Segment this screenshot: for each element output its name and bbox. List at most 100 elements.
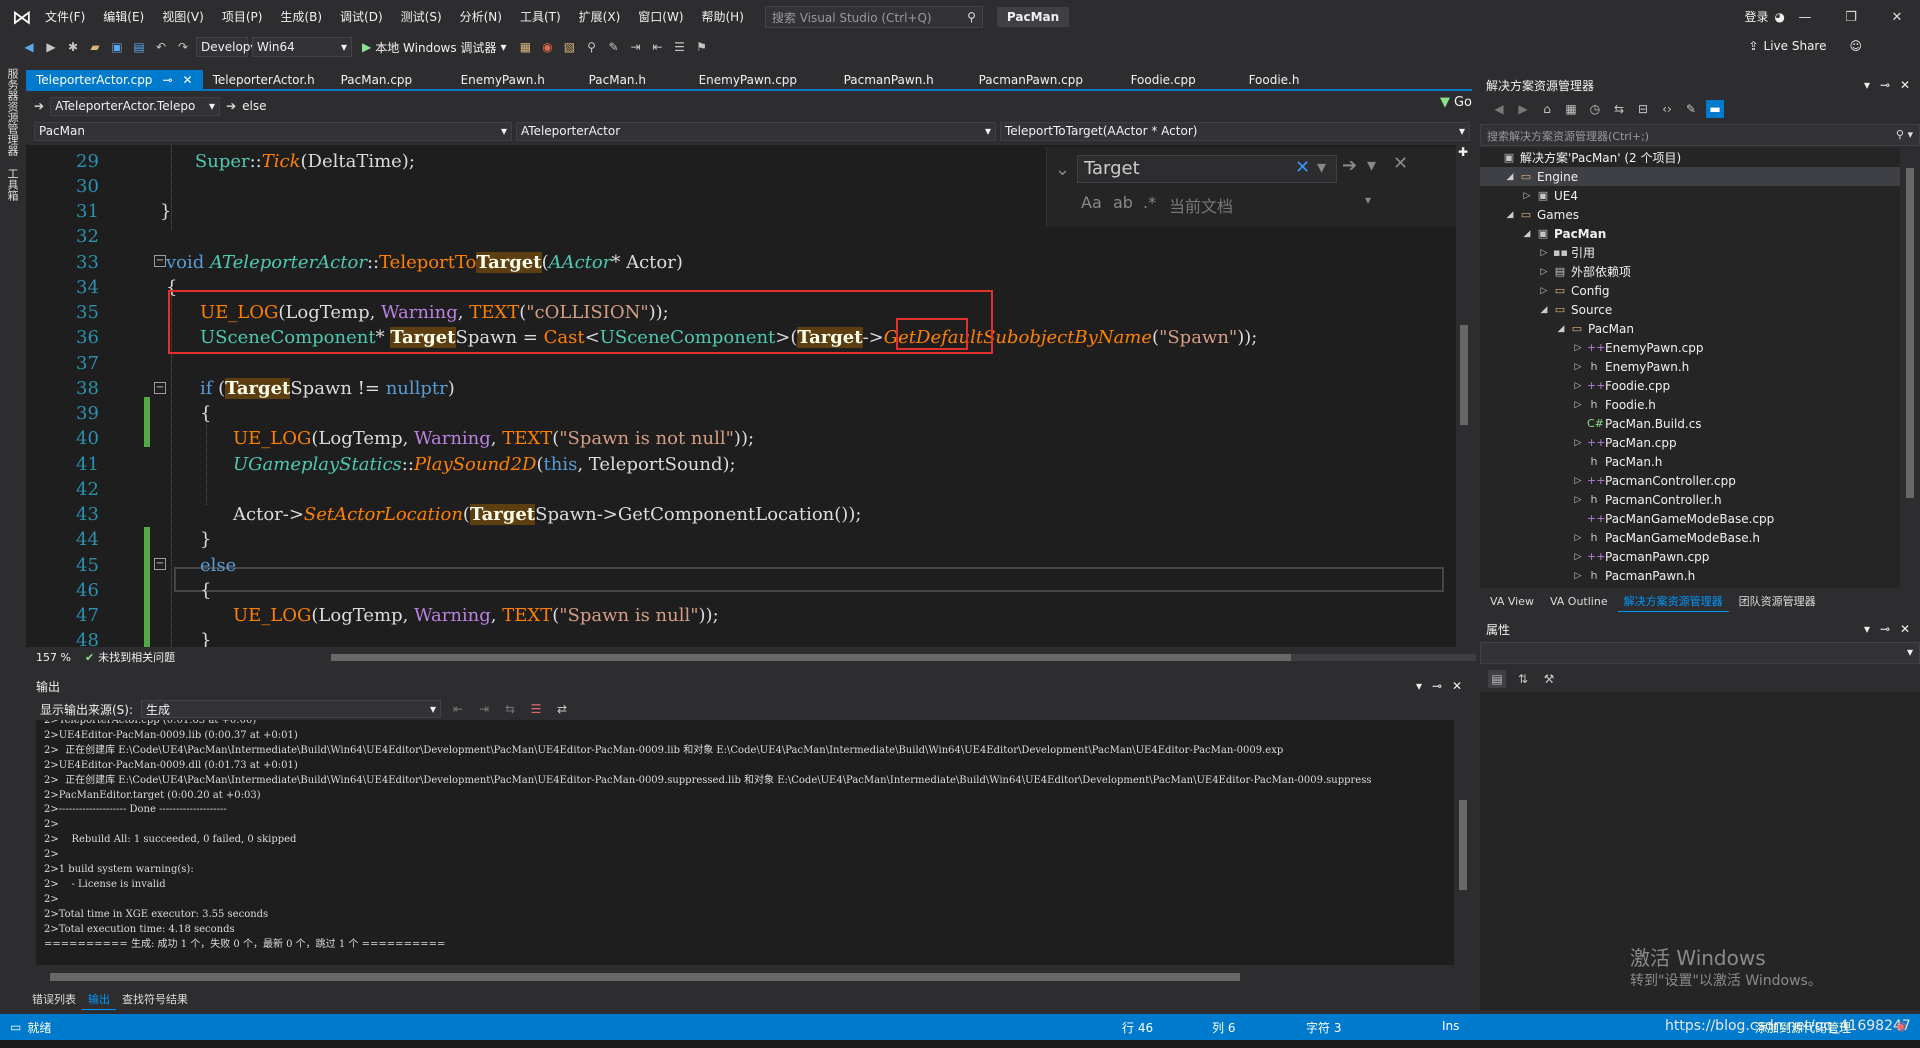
collapse-toggle[interactable]: − xyxy=(154,558,166,570)
categorized-icon[interactable]: ▤ xyxy=(1488,670,1506,688)
split-icon[interactable]: ✚ xyxy=(1458,145,1468,159)
forward-icon[interactable]: ▶ xyxy=(1514,100,1532,118)
tree-item[interactable]: ▣ 解决方案'PacMan' (2 个项目) xyxy=(1480,148,1681,167)
clear-all-icon[interactable]: ☰ xyxy=(527,700,545,718)
menu-window[interactable]: 窗口(W) xyxy=(629,0,692,34)
scope-select[interactable]: ATeleporterActor.Telepo ▾ xyxy=(50,96,221,116)
start-debugging-button[interactable]: ▶ 本地 Windows 调试器 ▾ xyxy=(356,39,512,56)
attach-icon[interactable]: ▦ xyxy=(516,38,534,56)
collapse-all-icon[interactable]: ⊟ xyxy=(1634,100,1652,118)
chevron-down-icon[interactable]: ▾ xyxy=(1365,193,1371,207)
tab-output[interactable]: 输出 xyxy=(82,989,116,1010)
tab-error-list[interactable]: 错误列表 xyxy=(26,989,82,1009)
switch-views-icon[interactable]: ▦ xyxy=(1562,100,1580,118)
menu-file[interactable]: 文件(F) xyxy=(36,0,94,34)
pending-changes-icon[interactable]: ◷ xyxy=(1586,100,1604,118)
close-icon[interactable]: ✕ xyxy=(1900,622,1910,636)
pin-icon[interactable]: ⊸ xyxy=(1880,78,1890,92)
class-select[interactable]: ATeleporterActor ▾ xyxy=(516,121,996,141)
tree-item[interactable]: ◢ ▭ Games xyxy=(1480,205,1579,224)
save-icon[interactable]: ▣ xyxy=(108,38,126,56)
output-source-select[interactable]: 生成 ▾ xyxy=(141,700,442,718)
save-all-icon[interactable]: ▤ xyxy=(130,38,148,56)
bookmark-tool-icon[interactable]: ▧ xyxy=(560,38,578,56)
collapsed-arrow-icon[interactable]: ▷ xyxy=(1539,267,1549,277)
server-explorer-tab[interactable]: 服务器资源管理器 xyxy=(0,62,24,162)
chevron-down-icon[interactable]: ▾ xyxy=(1416,679,1422,693)
back-icon[interactable]: ◀ xyxy=(1490,100,1508,118)
tree-item[interactable]: ◢ ▣ PacMan xyxy=(1480,224,1607,243)
collapsed-arrow-icon[interactable]: ▷ xyxy=(1539,286,1549,296)
status-ins[interactable]: Ins xyxy=(1442,1019,1459,1033)
collapsed-arrow-icon[interactable]: ▷ xyxy=(1573,495,1583,505)
find-next-icon[interactable]: ➔ xyxy=(1342,155,1357,176)
quick-launch-search[interactable]: 搜索 Visual Studio (Ctrl+Q) ⚲ xyxy=(764,6,983,28)
chevron-down-icon[interactable]: ▾ xyxy=(1367,155,1376,176)
tree-item[interactable]: ▷ h EnemyPawn.h xyxy=(1480,357,1690,376)
collapse-toggle[interactable]: − xyxy=(154,382,166,394)
tab-enemypawn-h[interactable]: EnemyPawn.h xyxy=(451,70,579,89)
project-select[interactable]: PacMan ▾ xyxy=(34,121,512,141)
editor-vertical-scrollbar[interactable]: ✚ xyxy=(1456,145,1472,647)
collapsed-arrow-icon[interactable]: ▷ xyxy=(1573,552,1583,562)
collapse-toggle[interactable]: − xyxy=(154,255,166,267)
collapsed-arrow-icon[interactable]: ▷ xyxy=(1573,533,1583,543)
property-pages-icon[interactable]: ⚒ xyxy=(1540,670,1558,688)
minimize-button[interactable]: — xyxy=(1782,0,1828,34)
tree-item[interactable]: ▷ ▣ UE4 xyxy=(1480,186,1578,205)
expanded-arrow-icon[interactable]: ◢ xyxy=(1539,305,1549,315)
chevron-down-icon[interactable]: ▾ xyxy=(1864,622,1870,636)
tree-item[interactable]: ▷ ++ EnemyPawn.cpp xyxy=(1480,338,1704,357)
menu-test[interactable]: 测试(S) xyxy=(392,0,451,34)
tree-item[interactable]: ▷ ▭ Config xyxy=(1480,281,1610,300)
live-share-button[interactable]: ⇪ Live Share ☺ xyxy=(1748,39,1862,53)
add-to-source-control[interactable]: 添加到源代码管理 xyxy=(1755,1019,1851,1036)
undo-icon[interactable]: ↶ xyxy=(152,38,170,56)
notification-icon[interactable]: ◉ xyxy=(1896,1019,1906,1033)
collapsed-arrow-icon[interactable]: ▷ xyxy=(1573,476,1583,486)
collapsed-arrow-icon[interactable]: ▷ xyxy=(1573,343,1583,353)
editor-horizontal-scrollbar[interactable] xyxy=(331,654,1476,661)
tree-item[interactable]: ▷ h Foodie.h xyxy=(1480,395,1656,414)
breakpoint-tool-icon[interactable]: ◉ xyxy=(538,38,556,56)
view-code-icon[interactable]: ‹› xyxy=(1658,100,1676,118)
match-case-icon[interactable]: Aa xyxy=(1081,193,1102,212)
pin-icon[interactable]: ⊸ xyxy=(1880,622,1890,636)
tree-item[interactable]: ▷ ++ PacmanPawn.cpp xyxy=(1480,547,1710,566)
scroll-thumb[interactable] xyxy=(1906,168,1914,498)
chevron-down-icon[interactable]: ▾ xyxy=(1317,157,1326,178)
whole-word-icon[interactable]: ab xyxy=(1113,193,1133,212)
menu-help[interactable]: 帮助(H) xyxy=(693,0,753,34)
tree-item[interactable]: h PacMan.h xyxy=(1480,452,1663,471)
find-scope-value[interactable]: 当前文档 xyxy=(1169,193,1233,217)
outdent-icon[interactable]: ⇤ xyxy=(648,38,666,56)
scroll-thumb[interactable] xyxy=(1460,325,1468,425)
status-column[interactable]: 列 6 xyxy=(1212,1019,1235,1036)
menu-tools[interactable]: 工具(T) xyxy=(511,0,570,34)
word-wrap-icon[interactable]: ⇄ xyxy=(553,700,571,718)
configuration-select[interactable]: Develop ▾ xyxy=(196,37,256,57)
chevron-down-icon[interactable]: ▾ xyxy=(1864,78,1870,92)
collapsed-arrow-icon[interactable]: ▷ xyxy=(1573,362,1583,372)
login-button[interactable]: 登录 ◕ xyxy=(1745,0,1786,34)
restore-button[interactable]: ❐ xyxy=(1828,0,1874,34)
scroll-thumb[interactable] xyxy=(331,654,1291,661)
tab-pacman-h[interactable]: PacMan.h xyxy=(579,70,689,89)
close-icon[interactable]: ✕ xyxy=(1393,153,1408,174)
issues-label[interactable]: 未找到相关问题 xyxy=(98,649,175,665)
redo-icon[interactable]: ↷ xyxy=(174,38,192,56)
open-file-icon[interactable]: ▰ xyxy=(86,38,104,56)
close-icon[interactable]: ✕ xyxy=(1452,679,1462,693)
tab-pacman-cpp[interactable]: PacMan.cpp xyxy=(331,70,451,89)
find-tool-icon[interactable]: ⚲ xyxy=(582,38,600,56)
solution-tree-scrollbar[interactable] xyxy=(1900,148,1920,588)
tab-teleporteractor-h[interactable]: TeleporterActor.h xyxy=(203,70,331,89)
collapsed-arrow-icon[interactable]: ▷ xyxy=(1573,381,1583,391)
preview-icon[interactable]: ▬ xyxy=(1706,100,1724,118)
tree-item[interactable]: ◢ ▭ PacMan xyxy=(1480,319,1634,338)
branch-value[interactable]: else xyxy=(242,99,266,113)
tree-item[interactable]: ▷ ++ PacMan.cpp xyxy=(1480,433,1677,452)
status-line[interactable]: 行 46 xyxy=(1122,1019,1153,1036)
solution-explorer-search[interactable]: 搜索解决方案资源管理器(Ctrl+;) ⚲ ▾ xyxy=(1480,124,1920,146)
indent-icon[interactable]: ⇥ xyxy=(626,38,644,56)
